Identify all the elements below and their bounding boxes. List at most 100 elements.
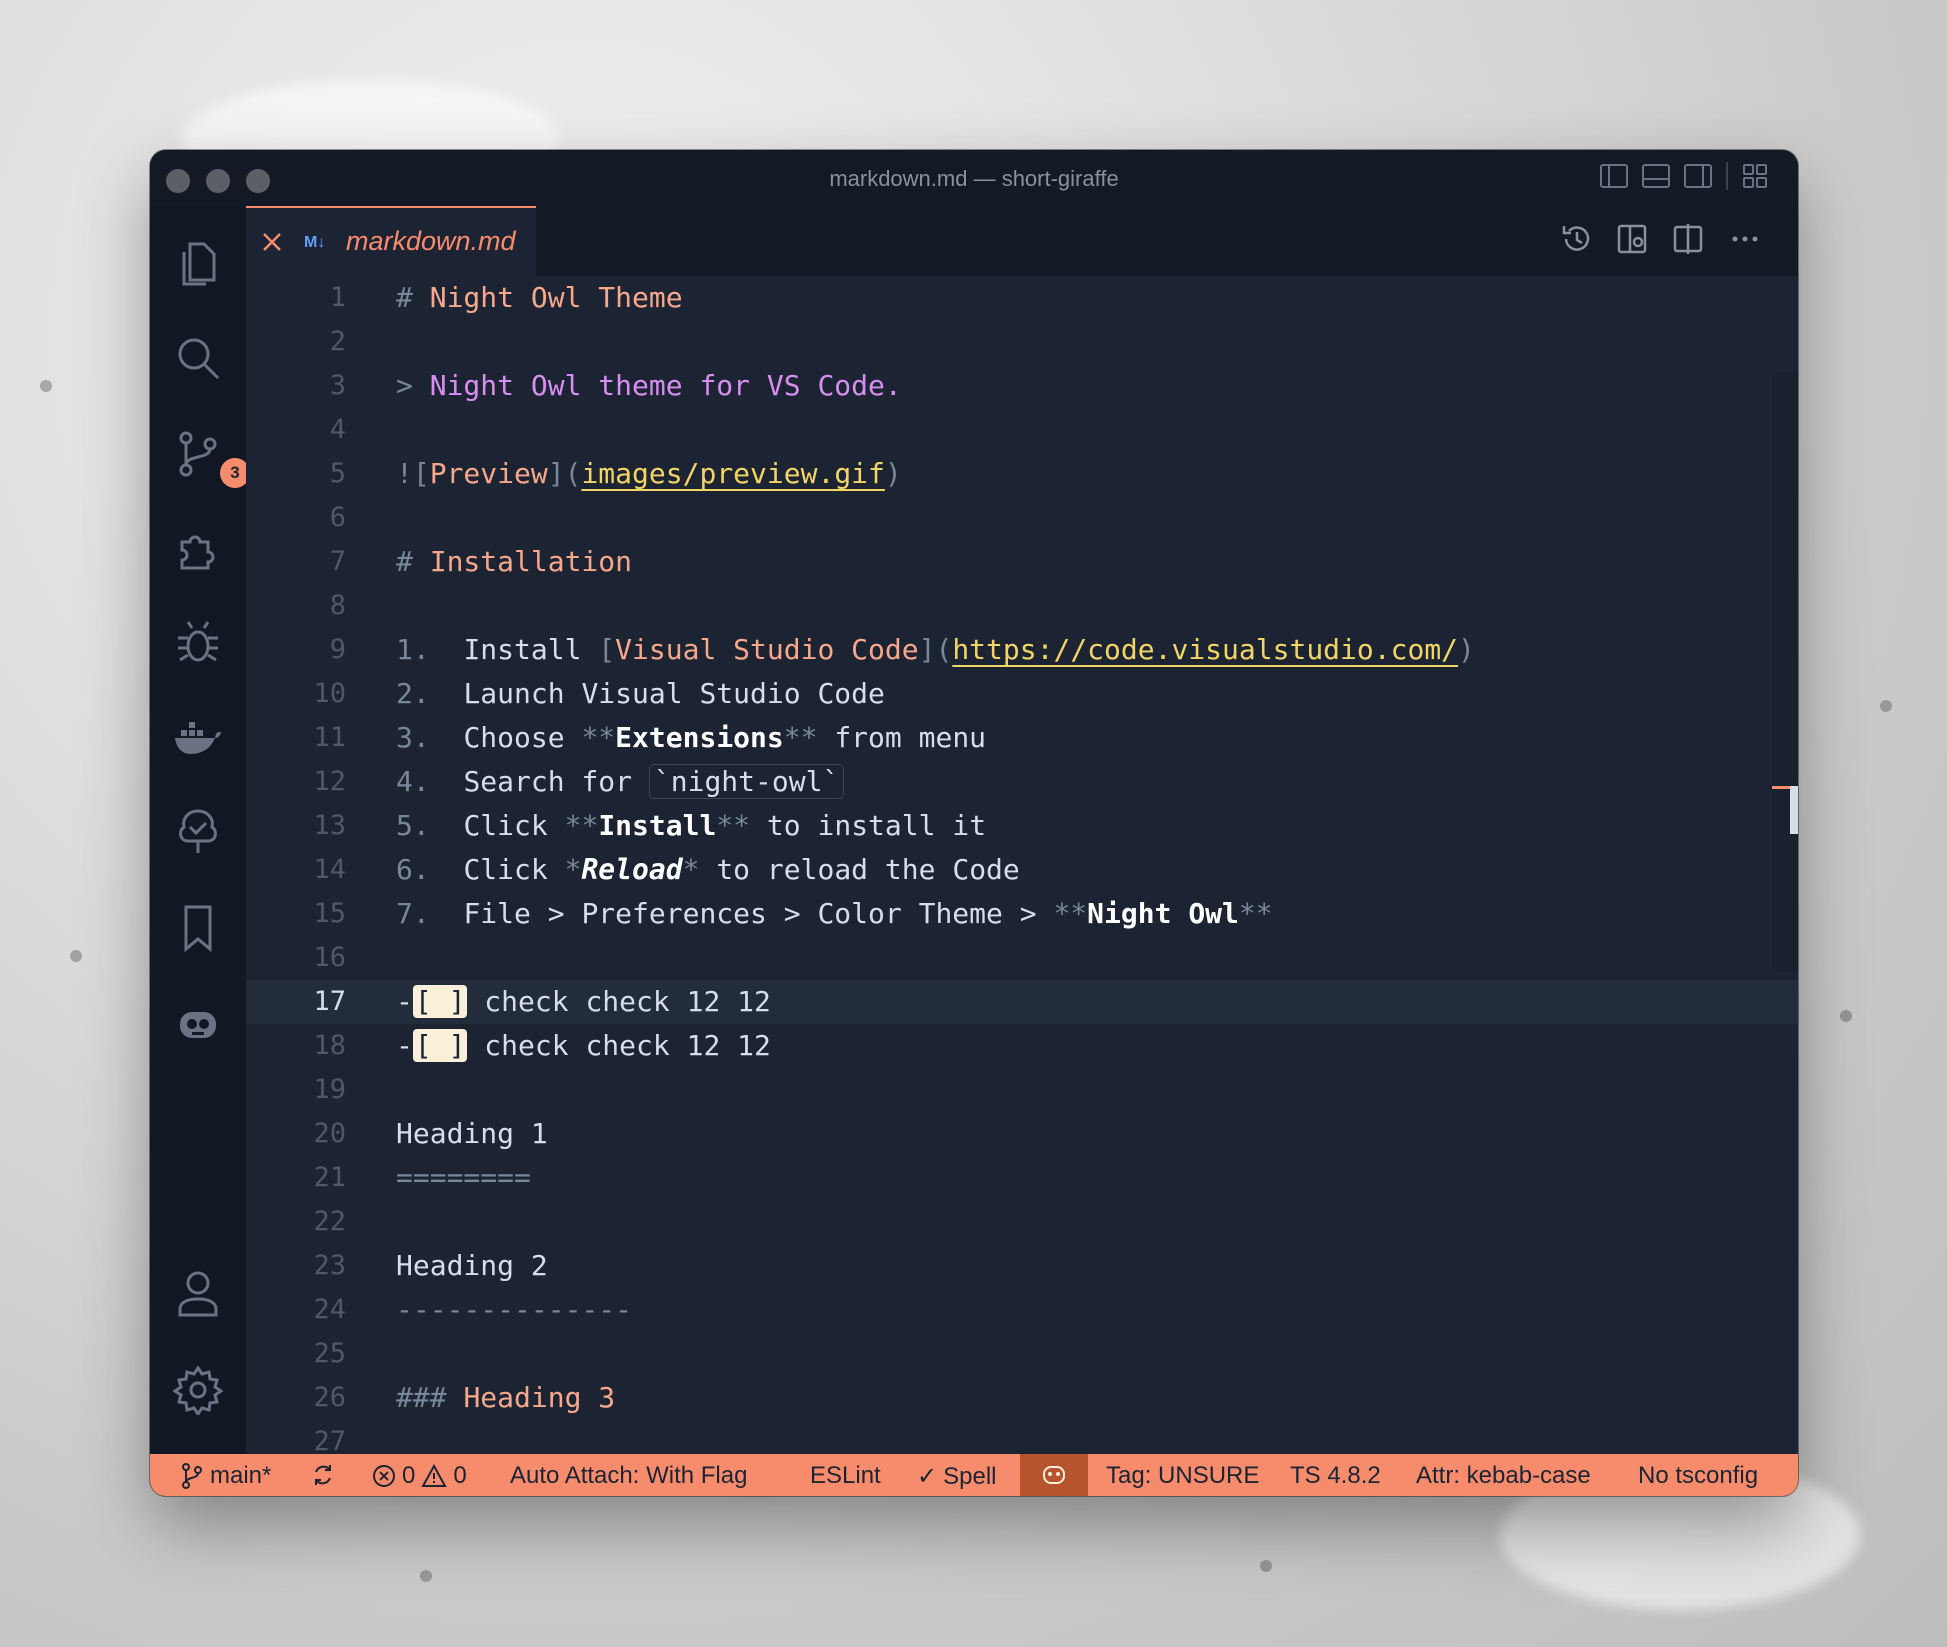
md-punctuation: ** (1238, 897, 1273, 930)
toggle-secondary-sidebar-icon[interactable] (1684, 164, 1712, 188)
tab-markdown-md[interactable]: M↓ markdown.md (246, 206, 536, 276)
task-text: check check 12 12 (467, 985, 771, 1018)
toggle-panel-icon[interactable] (1642, 164, 1670, 188)
check-icon: ✓ (917, 1463, 938, 1490)
code-editor[interactable]: 1 # Night Owl Theme 2 3 > Night Owl theme … (246, 276, 1798, 1454)
list-number: 3. (396, 721, 430, 754)
heading-text: Installation (429, 545, 633, 578)
code-line: 25 (246, 1332, 1798, 1376)
link-text: Visual Studio Code (615, 633, 919, 666)
code-line: 15 7. File > Preferences > Color Theme > … (246, 892, 1798, 936)
docker-icon[interactable] (172, 712, 224, 764)
scrollbar-thumb[interactable] (1790, 786, 1798, 834)
line-number: 19 (313, 1074, 346, 1105)
status-bar: main* 0 0 Auto Attach: With Flag ESLint … (150, 1454, 1798, 1496)
title-bar: markdown.md — short-giraffe (150, 150, 1798, 206)
md-punctuation: ]( (918, 633, 953, 666)
list-marker: - (396, 985, 413, 1018)
bookmarks-icon[interactable] (172, 902, 224, 954)
task-checkbox[interactable]: [ ] (412, 1029, 468, 1062)
code-line: 8 (246, 584, 1798, 628)
md-punctuation: ) (1458, 633, 1475, 666)
typescript-version-status[interactable]: TS 4.8.2 (1290, 1462, 1381, 1490)
bold-text: Install (598, 809, 717, 842)
code-line: 21 ======== (246, 1156, 1798, 1200)
vscode-url-link[interactable]: https://code.visualstudio.com/ (952, 633, 1458, 666)
line-number: 15 (313, 898, 346, 929)
open-preview-icon[interactable] (1616, 222, 1650, 256)
tag-status[interactable]: Tag: UNSURE (1106, 1462, 1259, 1490)
toggle-primary-sidebar-icon[interactable] (1600, 164, 1628, 188)
background-dot (1260, 1560, 1272, 1572)
error-icon (373, 1465, 395, 1487)
code-line: 27 (246, 1420, 1798, 1454)
code-line: 12 4. Search for `night-owl` (246, 760, 1798, 804)
search-icon[interactable] (172, 332, 224, 384)
md-punctuation: * (564, 853, 582, 886)
list-number: 1. (396, 633, 430, 666)
copilot-icon[interactable] (172, 996, 224, 1048)
source-control-icon[interactable]: 3 (172, 428, 250, 488)
line-number: 6 (329, 502, 346, 533)
window-title: markdown.md — short-giraffe (829, 166, 1119, 191)
extensions-icon[interactable] (172, 522, 224, 574)
line-number: 8 (329, 590, 346, 621)
markdown-file-icon: M↓ (304, 234, 326, 251)
code-line: 10 2. Launch Visual Studio Code (246, 672, 1798, 716)
spell-status[interactable]: ✓ Spell (917, 1462, 996, 1491)
heading-text: Heading 3 (463, 1381, 616, 1414)
code-line: 1 # Night Owl Theme (246, 276, 1798, 320)
warning-count: 0 (453, 1462, 467, 1489)
copilot-icon (1043, 1466, 1065, 1484)
line-number: 17 (313, 986, 346, 1017)
line-number: 7 (329, 546, 346, 577)
heading-text: Night Owl Theme (429, 281, 683, 314)
md-punctuation: * (682, 853, 700, 886)
list-text: Choose (463, 721, 582, 754)
blockquote-text: Night Owl theme for VS Code. (429, 369, 902, 402)
attr-case-status[interactable]: Attr: kebab-case (1416, 1462, 1591, 1490)
image-alt-text: Preview (429, 457, 548, 490)
line-number: 1 (329, 282, 346, 313)
md-punctuation: ** (716, 809, 751, 842)
testing-icon[interactable] (172, 806, 224, 858)
problems-status[interactable]: 0 0 (372, 1462, 467, 1490)
split-editor-icon[interactable] (1672, 222, 1706, 256)
line-number: 21 (313, 1162, 346, 1193)
run-debug-icon[interactable] (172, 616, 224, 668)
timeline-history-icon[interactable] (1560, 222, 1594, 256)
task-checkbox[interactable]: [ ] (412, 985, 468, 1018)
current-line: 17 -[ ] check check 12 12 (246, 980, 1798, 1024)
line-number: 5 (329, 458, 346, 489)
md-punctuation: > (396, 369, 413, 402)
branch-status[interactable]: main* (180, 1462, 271, 1490)
spell-label: Spell (943, 1462, 997, 1490)
activity-bar: 3 (150, 206, 250, 1454)
line-number: 26 (313, 1382, 346, 1413)
md-punctuation: ** (1053, 897, 1088, 930)
code-line: 11 3. Choose **Extensions** from menu (246, 716, 1798, 760)
customize-layout-icon[interactable] (1742, 163, 1768, 189)
more-actions-icon[interactable] (1728, 222, 1762, 256)
line-number: 25 (313, 1338, 346, 1369)
heading-text: Heading 2 (396, 1249, 548, 1282)
line-number: 3 (329, 370, 346, 401)
close-icon[interactable] (258, 228, 286, 256)
sync-button[interactable] (310, 1462, 336, 1488)
list-marker: - (396, 1029, 413, 1062)
code-line: 4 (246, 408, 1798, 452)
copilot-status-button[interactable] (1020, 1454, 1088, 1496)
eslint-status[interactable]: ESLint (810, 1462, 881, 1490)
line-number: 22 (313, 1206, 346, 1237)
list-number: 2. (396, 677, 430, 710)
code-line: 14 6. Click *Reload* to reload the Code (246, 848, 1798, 892)
explorer-icon[interactable] (172, 238, 224, 290)
image-url-link[interactable]: images/preview.gif (581, 457, 884, 490)
md-punctuation: # (396, 545, 413, 578)
line-number: 24 (313, 1294, 346, 1325)
settings-gear-icon[interactable] (172, 1364, 224, 1416)
auto-attach-status[interactable]: Auto Attach: With Flag (510, 1462, 747, 1490)
minimap-scrollbar[interactable] (1772, 372, 1798, 972)
accounts-icon[interactable] (172, 1268, 224, 1320)
tsconfig-status[interactable]: No tsconfig (1638, 1462, 1758, 1490)
